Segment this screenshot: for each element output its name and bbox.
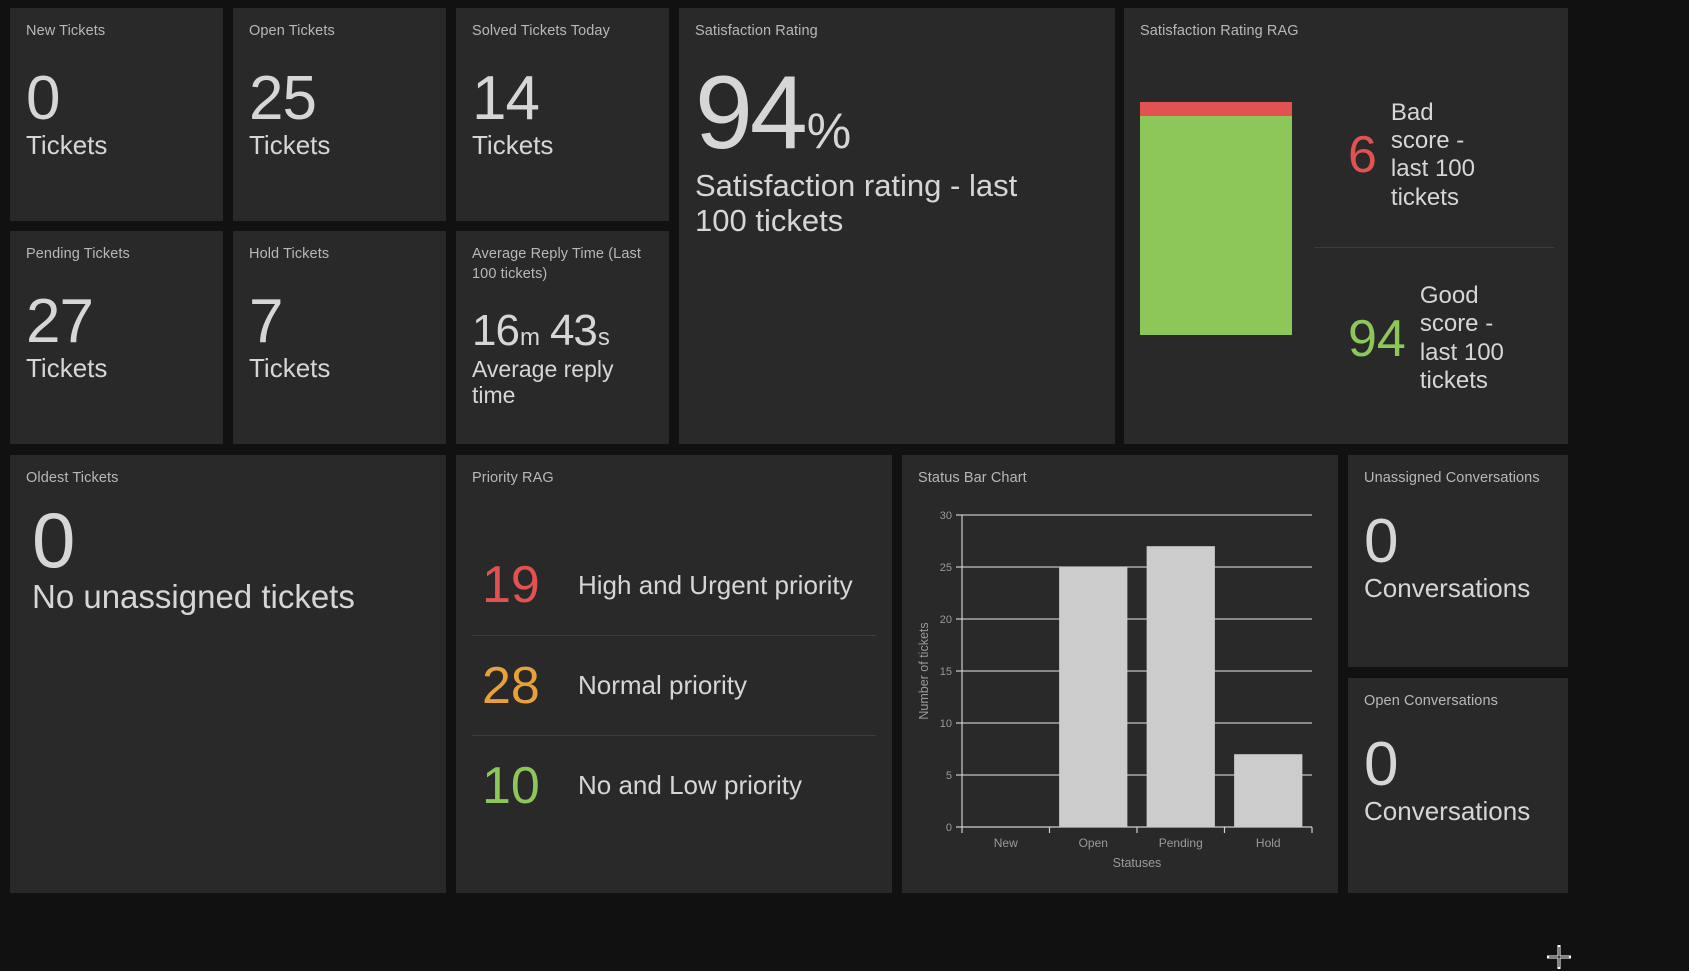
panel-title: Solved Tickets Today: [472, 23, 610, 39]
bad-score-label: Bad score - last 100 tickets: [1390, 98, 1475, 211]
avg-reply-seconds: 43: [549, 306, 598, 355]
satisfaction-rag-item-good: 94 Good score - last 100 tickets: [1314, 246, 1554, 431]
good-score-label: Good score - last 100 tickets: [1419, 282, 1504, 395]
panel-pending-tickets[interactable]: Pending Tickets 27 Tickets: [10, 231, 223, 444]
chart-bar: [1234, 754, 1303, 827]
chart-bar: [1059, 567, 1128, 827]
satisfaction-stacked-bar: [1140, 102, 1292, 335]
panel-satisfaction-rating[interactable]: Satisfaction Rating 94 % Satisfaction ra…: [679, 8, 1115, 444]
chart-ytick-label: 0: [946, 822, 952, 834]
panel-hold-tickets[interactable]: Hold Tickets 7 Tickets: [233, 231, 446, 444]
satisfaction-rag-item-bad: 6 Bad score - last 100 tickets: [1314, 64, 1554, 247]
dashboard-root: New Tickets 0 Tickets Open Tickets 25 Ti…: [0, 0, 1689, 971]
satisfaction-bar-segment-good: [1140, 115, 1292, 335]
unassigned-conversations-label: Conversations: [1364, 572, 1531, 603]
chart-ytick-label: 15: [940, 666, 952, 678]
panel-open-tickets[interactable]: Open Tickets 25 Tickets: [233, 8, 446, 221]
panel-status-bar-chart[interactable]: Status Bar Chart 0 5 10 15 20 25 30 New Open Pend…: [902, 455, 1338, 893]
panel-title: Priority RAG: [472, 470, 554, 486]
satisfaction-rag-bar-column: [1140, 64, 1292, 430]
priority-rag-row: 28 Normal priority: [472, 635, 876, 735]
bad-score-value: 6: [1348, 126, 1377, 185]
average-reply-time-value-row: 16 m 43 s: [472, 309, 659, 353]
open-tickets-value: 25: [249, 64, 317, 133]
panel-title: Oldest Tickets: [26, 470, 119, 486]
chart-xlabel: Statuses: [1113, 856, 1162, 870]
priority-rag-row: 19 High and Urgent priority: [472, 535, 876, 635]
chart-xtick-label: Pending: [1159, 836, 1203, 850]
panel-satisfaction-rating-rag[interactable]: Satisfaction Rating RAG 6 Bad score - la…: [1124, 8, 1568, 444]
satisfaction-unit: %: [806, 103, 852, 159]
panel-title: New Tickets: [26, 23, 106, 39]
panel-priority-rag[interactable]: Priority RAG 19 High and Urgent priority 2…: [456, 455, 892, 893]
priority-rag-label: No and Low priority: [578, 770, 802, 800]
pending-tickets-value: 27: [26, 287, 94, 356]
chart-xtick-label: Open: [1079, 836, 1108, 850]
chart-ytick-label: 25: [940, 562, 952, 574]
panel-title: Open Conversations: [1364, 693, 1498, 709]
chart-ytick-label: 5: [946, 770, 952, 782]
solved-today-label: Tickets: [472, 129, 554, 160]
avg-reply-minutes: 16: [472, 306, 520, 355]
new-tickets-label: Tickets: [26, 129, 108, 160]
status-bar-chart-plot: 0 5 10 15 20 25 30 New Open Pending Hold Statuses Nu…: [914, 501, 1316, 885]
satisfaction-value: 94: [695, 55, 808, 171]
panel-unassigned-conversations[interactable]: Unassigned Conversations 0 Conversations: [1348, 455, 1568, 667]
priority-rag-value: 28: [482, 656, 540, 715]
satisfaction-label: Satisfaction rating - last 100 tickets: [695, 167, 1018, 238]
panel-solved-tickets-today[interactable]: Solved Tickets Today 14 Tickets: [456, 8, 669, 221]
priority-rag-value: 10: [482, 756, 540, 815]
open-tickets-label: Tickets: [249, 129, 331, 160]
priority-rag-list: 19 High and Urgent priority 28 Normal prior…: [472, 517, 876, 879]
priority-rag-row: 10 No and Low priority: [472, 735, 876, 835]
crosshair-cursor: [1547, 945, 1571, 969]
priority-rag-value: 19: [482, 556, 540, 614]
chart-xtick-label: Hold: [1256, 836, 1281, 850]
panel-title: Status Bar Chart: [918, 470, 1027, 486]
chart-ylabel: Number of tickets: [917, 622, 931, 719]
panel-oldest-tickets[interactable]: Oldest Tickets 0 No unassigned tickets: [10, 455, 446, 893]
chart-ytick-label: 20: [940, 614, 952, 626]
panel-title: Open Tickets: [249, 23, 335, 39]
open-conversations-value: 0: [1364, 730, 1398, 799]
avg-reply-label: Average reply time: [472, 356, 614, 408]
unassigned-conversations-value: 0: [1364, 507, 1398, 576]
pending-tickets-label: Tickets: [26, 352, 108, 383]
panel-title: Satisfaction Rating RAG: [1140, 23, 1299, 39]
panel-new-tickets[interactable]: New Tickets 0 Tickets: [10, 8, 223, 221]
oldest-tickets-label: No unassigned tickets: [32, 578, 355, 616]
priority-rag-label: High and Urgent priority: [578, 569, 853, 600]
avg-reply-seconds-unit: s: [597, 324, 610, 351]
panel-average-reply-time[interactable]: Average Reply Time (Last 100 tickets) 16…: [456, 231, 669, 444]
satisfaction-value-row: 94 %: [695, 55, 1099, 171]
priority-rag-label: Normal priority: [578, 670, 748, 700]
hold-tickets-value: 7: [249, 287, 283, 356]
chart-xtick-label: New: [994, 836, 1018, 850]
panel-title: Satisfaction Rating: [695, 23, 818, 39]
panel-title: Hold Tickets: [249, 246, 330, 262]
panel-title: Average Reply Time (Last 100 tickets): [472, 246, 641, 282]
panel-title: Pending Tickets: [26, 246, 130, 262]
open-conversations-label: Conversations: [1364, 795, 1531, 826]
avg-reply-minutes-unit: m: [519, 324, 540, 351]
bar-chart-svg: 0 5 10 15 20 25 30 New Open Pending Hold Statuses Nu…: [917, 510, 1313, 870]
chart-ytick-label: 10: [940, 718, 952, 730]
panel-title: Unassigned Conversations: [1364, 470, 1540, 486]
panel-open-conversations[interactable]: Open Conversations 0 Conversations: [1348, 678, 1568, 893]
good-score-value: 94: [1348, 309, 1406, 368]
hold-tickets-label: Tickets: [249, 352, 331, 383]
new-tickets-value: 0: [26, 64, 60, 133]
chart-bar: [1146, 546, 1215, 827]
oldest-tickets-value: 0: [32, 496, 75, 584]
satisfaction-bar-segment-bad: [1140, 102, 1292, 116]
chart-ytick-label: 30: [940, 510, 952, 522]
solved-today-value: 14: [472, 64, 540, 133]
